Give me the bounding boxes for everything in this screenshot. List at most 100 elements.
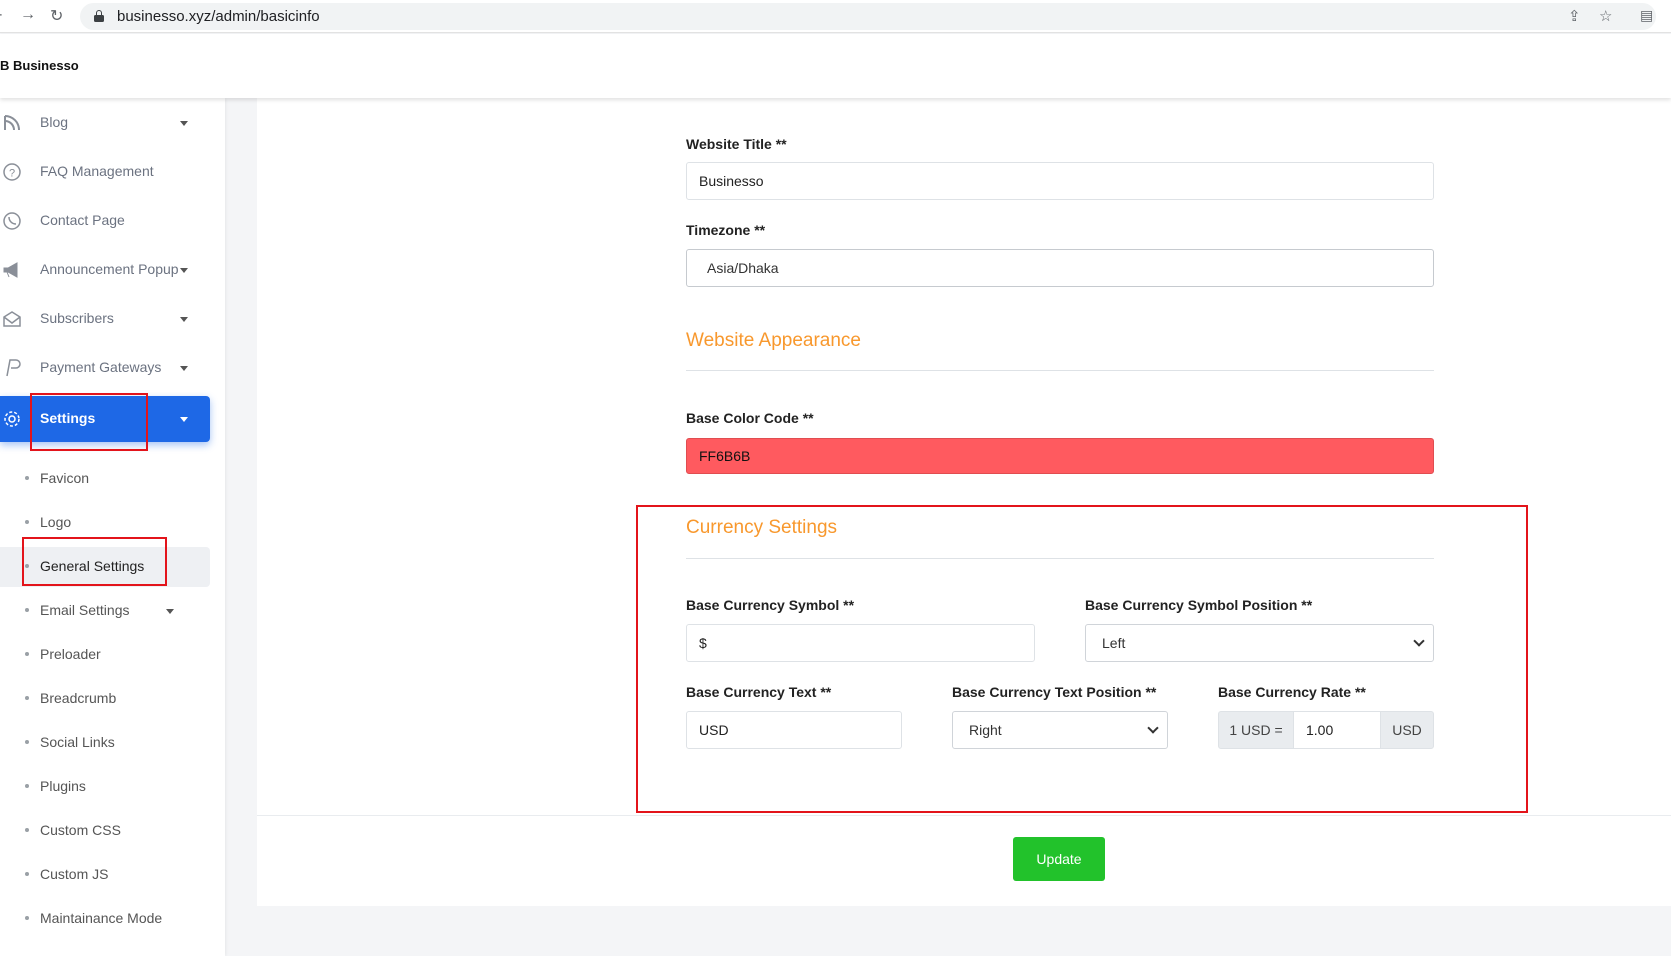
currency-rate-group: 1 USD = USD (1218, 711, 1434, 749)
base-color-input[interactable] (686, 438, 1434, 474)
reload-icon[interactable]: ↻ (50, 6, 63, 26)
sidebar-sublabel: General Settings (40, 558, 145, 574)
card-footer: Update (257, 815, 1671, 906)
caret-down-icon (180, 121, 188, 126)
chevron-down-icon (1147, 722, 1159, 734)
browser-toolbar: - → ↻ businesso.xyz/admin/basicinfo ⇪ ☆ … (0, 0, 1671, 33)
sidebar-item-settings[interactable]: Settings (0, 396, 210, 442)
sidebar-sublabel: Maintainance Mode (40, 910, 163, 926)
sidebar-sublabel: Plugins (40, 778, 86, 794)
url-text: businesso.xyz/admin/basicinfo (117, 8, 320, 25)
sidebar-item-blog[interactable]: Blog (0, 101, 210, 145)
app-logo[interactable]: B Businesso (0, 58, 79, 73)
website-title-input[interactable] (686, 162, 1434, 200)
bullet-dot (25, 476, 29, 480)
currency-symbol-position-label: Base Currency Symbol Position ** (1085, 597, 1313, 613)
bullet-dot (25, 608, 29, 612)
lock-icon (94, 10, 104, 22)
currency-symbol-position-select[interactable]: Left (1085, 624, 1434, 662)
sidebar: Blog ? FAQ Management Contact Page Annou… (0, 98, 225, 956)
sidebar-subitem-general-settings[interactable]: General Settings (0, 547, 210, 587)
bullet-dot (25, 696, 29, 700)
website-title-label: Website Title ** (686, 136, 787, 152)
bullet-dot (25, 828, 29, 832)
bookmark-star-icon[interactable]: ☆ (1599, 7, 1612, 25)
currency-settings-heading: Currency Settings (686, 517, 838, 538)
sidebar-subitem-preloader[interactable]: Preloader (0, 635, 210, 675)
sidebar-label: Settings (40, 410, 96, 426)
sidebar-subitem-maintenance-mode[interactable]: Maintainance Mode (0, 899, 210, 939)
sidebar-label: Blog (40, 114, 69, 130)
sidebar-item-subscribers[interactable]: Subscribers (0, 297, 210, 341)
sidebar-sublabel: Breadcrumb (40, 690, 117, 706)
app-header: B Businesso (0, 34, 1671, 98)
caret-down-icon (166, 609, 174, 614)
website-appearance-heading: Website Appearance (686, 330, 861, 351)
currency-rate-prefix: 1 USD = (1218, 711, 1294, 749)
bullet-dot (25, 916, 29, 920)
paypal-icon (6, 359, 21, 377)
forward-arrow-icon[interactable]: → (20, 6, 36, 24)
gear-icon (4, 411, 20, 427)
update-button[interactable]: Update (1013, 837, 1105, 881)
sidebar-label: Announcement Popup (40, 261, 179, 277)
sidebar-item-contact[interactable]: Contact Page (0, 199, 210, 243)
chevron-down-icon (1413, 635, 1425, 647)
sidebar-subitem-social-links[interactable]: Social Links (0, 723, 210, 763)
currency-rate-suffix: USD (1380, 711, 1434, 749)
currency-text-position-label: Base Currency Text Position ** (952, 684, 1157, 700)
bullhorn-icon (3, 262, 18, 278)
currency-text-position-value: Right (969, 722, 1002, 738)
section-divider (686, 558, 1434, 559)
sidebar-sublabel: Social Links (40, 734, 115, 750)
sidebar-sublabel: Preloader (40, 646, 101, 662)
bullet-dot (25, 740, 29, 744)
envelope-open-icon (3, 311, 21, 327)
caret-down-icon (180, 417, 188, 422)
question-circle-icon: ? (3, 163, 21, 181)
sidebar-sublabel: Logo (40, 514, 72, 530)
currency-symbol-position-value: Left (1102, 635, 1126, 651)
currency-rate-input[interactable] (1293, 711, 1381, 749)
currency-text-input[interactable] (686, 711, 902, 749)
timezone-select[interactable]: Asia/Dhaka (686, 249, 1434, 287)
sidebar-sublabel: Email Settings (40, 602, 130, 618)
base-color-label: Base Color Code ** (686, 410, 814, 426)
currency-rate-label: Base Currency Rate ** (1218, 684, 1366, 700)
bullet-dot (25, 784, 29, 788)
sidebar-subitem-email-settings[interactable]: Email Settings (0, 591, 210, 631)
blog-icon (4, 115, 20, 131)
bullet-dot (25, 652, 29, 656)
bullet-dot (25, 872, 29, 876)
sidebar-subitem-favicon[interactable]: Favicon (0, 459, 210, 499)
sidebar-label: Subscribers (40, 310, 114, 326)
sidebar-item-announcement-popup[interactable]: Announcement Popup (0, 248, 210, 292)
sidebar-subitem-breadcrumb[interactable]: Breadcrumb (0, 679, 210, 719)
general-settings-card: Website Title ** Timezone ** Asia/Dhaka … (257, 98, 1671, 906)
sidebar-subitem-custom-css[interactable]: Custom CSS (0, 811, 210, 851)
sidebar-subitem-custom-js[interactable]: Custom JS (0, 855, 210, 895)
caret-down-icon (180, 317, 188, 322)
currency-symbol-label: Base Currency Symbol ** (686, 597, 855, 613)
svg-text:?: ? (9, 168, 15, 180)
bullet-dot (25, 520, 29, 524)
sidebar-subitem-plugins[interactable]: Plugins (0, 767, 210, 807)
sidebar-item-payment-gateways[interactable]: Payment Gateways (0, 346, 210, 390)
currency-text-label: Base Currency Text ** (686, 684, 832, 700)
sidebar-label: FAQ Management (40, 163, 154, 179)
share-icon[interactable]: ⇪ (1568, 7, 1581, 25)
address-bar[interactable]: businesso.xyz/admin/basicinfo ⇪ ☆ (80, 3, 1656, 30)
caret-down-icon (180, 268, 188, 273)
sidebar-sublabel: Favicon (40, 470, 90, 486)
sidebar-label: Payment Gateways (40, 359, 162, 375)
section-divider (686, 370, 1434, 371)
back-arrow-icon[interactable]: - (0, 6, 2, 24)
clipboard-icon[interactable]: ▤ (1640, 7, 1653, 24)
sidebar-sublabel: Custom CSS (40, 822, 121, 838)
sidebar-item-faq[interactable]: ? FAQ Management (0, 150, 210, 194)
timezone-label: Timezone ** (686, 222, 766, 238)
currency-text-position-select[interactable]: Right (952, 711, 1168, 749)
sidebar-subitem-logo[interactable]: Logo (0, 503, 210, 543)
currency-symbol-input[interactable] (686, 624, 1035, 662)
bullet-dot (25, 564, 29, 568)
